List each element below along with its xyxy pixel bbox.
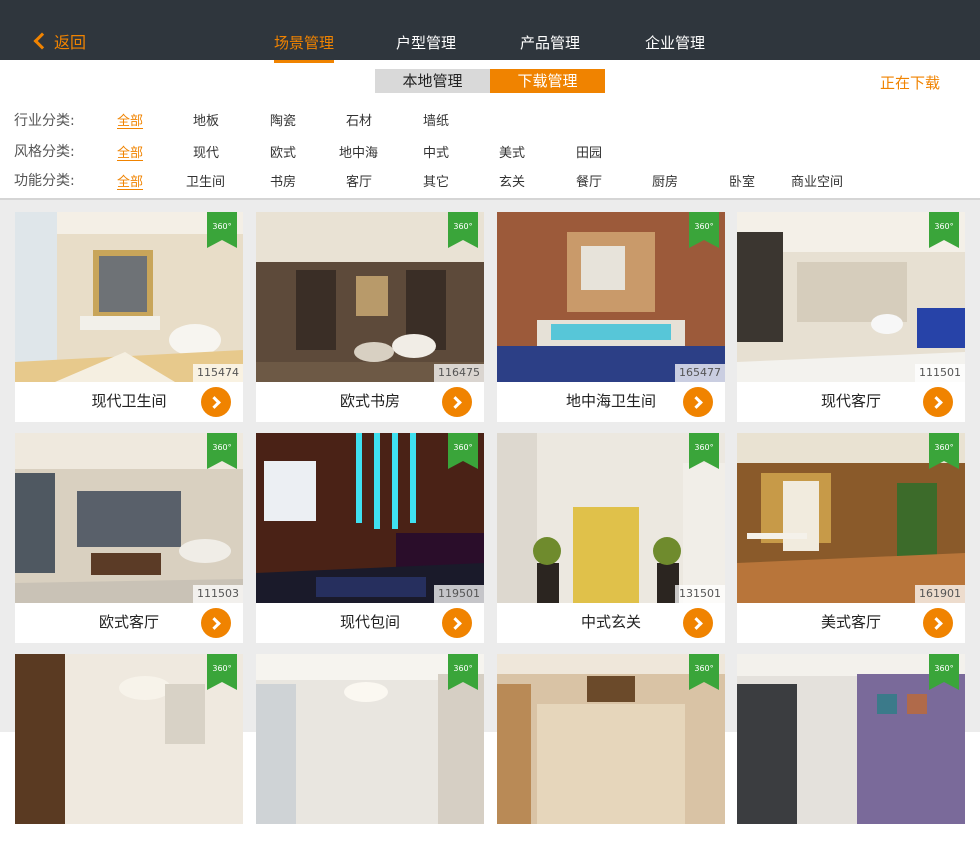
- scene-id: 111503: [193, 585, 243, 603]
- local-management-tab[interactable]: 本地管理: [375, 69, 490, 93]
- style-option-country[interactable]: 田园: [576, 142, 602, 161]
- open-scene-button[interactable]: [201, 608, 231, 638]
- chevron-right-icon: [930, 395, 943, 409]
- style-option-american[interactable]: 美式: [499, 142, 525, 161]
- open-scene-button[interactable]: [201, 387, 231, 417]
- 360-badge-text: 360°: [212, 664, 232, 673]
- scene-card[interactable]: 360°: [256, 654, 484, 864]
- 360-badge-text: 360°: [453, 664, 473, 673]
- 360-badge-text: 360°: [934, 443, 954, 452]
- open-scene-button[interactable]: [923, 387, 953, 417]
- tab-scene-management[interactable]: 场景管理: [274, 32, 335, 63]
- style-option-mediterranean[interactable]: 地中海: [339, 142, 378, 161]
- function-filter-label: 功能分类:: [14, 173, 75, 189]
- 360-badge-text: 360°: [934, 222, 954, 231]
- style-option-european[interactable]: 欧式: [270, 142, 296, 161]
- 360-badge-text: 360°: [694, 664, 714, 673]
- 360-badge-icon: 360°: [448, 212, 478, 248]
- back-button[interactable]: 返回: [30, 28, 86, 54]
- tab-floorplan-management[interactable]: 户型管理: [396, 32, 456, 60]
- function-option-other[interactable]: 其它: [423, 171, 449, 190]
- scene-card[interactable]: 360° 119501 现代包间: [256, 433, 484, 643]
- style-filter-label: 风格分类:: [14, 144, 75, 160]
- function-option-dining[interactable]: 餐厅: [576, 171, 602, 190]
- top-nav-bar: 返回 场景管理 户型管理 产品管理 企业管理: [0, 0, 980, 63]
- industry-filter-label: 行业分类:: [14, 113, 75, 129]
- 360-badge-icon: 360°: [448, 654, 478, 690]
- function-option-foyer[interactable]: 玄关: [499, 171, 525, 190]
- 360-badge-icon: 360°: [448, 433, 478, 469]
- 360-badge-text: 360°: [453, 222, 473, 231]
- tab-enterprise-management[interactable]: 企业管理: [645, 32, 705, 60]
- chevron-right-icon: [449, 616, 462, 630]
- scene-id: 131501: [675, 585, 725, 603]
- scene-card[interactable]: 360° 115474 现代卫生间: [15, 212, 243, 422]
- function-option-living-room[interactable]: 客厅: [346, 171, 372, 190]
- open-scene-button[interactable]: [442, 608, 472, 638]
- 360-badge-text: 360°: [453, 443, 473, 452]
- chevron-right-icon: [930, 616, 943, 630]
- back-label: 返回: [54, 33, 87, 52]
- industry-option-floor[interactable]: 地板: [193, 110, 219, 129]
- function-option-commercial[interactable]: 商业空间: [791, 171, 843, 190]
- function-option-bedroom[interactable]: 卧室: [729, 171, 755, 190]
- style-option-chinese[interactable]: 中式: [423, 142, 449, 161]
- scene-card[interactable]: 360° 111503 欧式客厅: [15, 433, 243, 643]
- chevron-right-icon: [208, 616, 221, 630]
- scene-card[interactable]: 360°: [737, 654, 965, 864]
- 360-badge-icon: 360°: [689, 212, 719, 248]
- chevron-right-icon: [690, 395, 703, 409]
- open-scene-button[interactable]: [442, 387, 472, 417]
- open-scene-button[interactable]: [683, 608, 713, 638]
- scene-id: 165477: [675, 364, 725, 382]
- function-option-kitchen[interactable]: 厨房: [652, 171, 678, 190]
- scene-card[interactable]: 360° 116475 欧式书房: [256, 212, 484, 422]
- chevron-right-icon: [208, 395, 221, 409]
- chevron-right-icon: [449, 395, 462, 409]
- 360-badge-icon: 360°: [207, 212, 237, 248]
- chevron-right-icon: [690, 616, 703, 630]
- downloading-link[interactable]: 正在下载: [880, 72, 940, 93]
- scene-card[interactable]: 360°: [15, 654, 243, 864]
- scene-card[interactable]: 360° 165477 地中海卫生间: [497, 212, 725, 422]
- 360-badge-icon: 360°: [207, 654, 237, 690]
- scene-card[interactable]: 360° 131501 中式玄关: [497, 433, 725, 643]
- 360-badge-text: 360°: [694, 222, 714, 231]
- 360-badge-icon: 360°: [929, 433, 959, 469]
- scene-id: 116475: [434, 364, 484, 382]
- industry-option-stone[interactable]: 石材: [346, 110, 372, 129]
- industry-option-ceramic[interactable]: 陶瓷: [270, 110, 296, 129]
- scene-id: 115474: [193, 364, 243, 382]
- scene-id: 111501: [915, 364, 965, 382]
- style-option-modern[interactable]: 现代: [193, 142, 219, 161]
- 360-badge-icon: 360°: [929, 654, 959, 690]
- function-option-study[interactable]: 书房: [270, 171, 296, 190]
- 360-badge-text: 360°: [212, 443, 232, 452]
- 360-badge-text: 360°: [694, 443, 714, 452]
- download-management-tab[interactable]: 下载管理: [490, 69, 605, 93]
- scene-id: 119501: [434, 585, 484, 603]
- 360-badge-text: 360°: [934, 664, 954, 673]
- industry-option-wallpaper[interactable]: 墙纸: [423, 110, 449, 129]
- 360-badge-icon: 360°: [207, 433, 237, 469]
- 360-badge-text: 360°: [212, 222, 232, 231]
- scene-card[interactable]: 360° 161901 美式客厅: [737, 433, 965, 643]
- scene-id: 161901: [915, 585, 965, 603]
- scene-card[interactable]: 360° 111501 现代客厅: [737, 212, 965, 422]
- scene-grid: 360° 115474 现代卫生间 360° 116475 欧式书房 360° …: [0, 198, 980, 864]
- open-scene-button[interactable]: [683, 387, 713, 417]
- open-scene-button[interactable]: [923, 608, 953, 638]
- style-option-all[interactable]: 全部: [117, 142, 143, 161]
- 360-badge-icon: 360°: [929, 212, 959, 248]
- chevron-left-icon: [33, 32, 51, 50]
- industry-option-all[interactable]: 全部: [117, 110, 143, 129]
- function-option-bathroom[interactable]: 卫生间: [186, 171, 225, 190]
- management-segment: 本地管理 下载管理: [375, 69, 605, 93]
- function-option-all[interactable]: 全部: [117, 171, 143, 190]
- 360-badge-icon: 360°: [689, 654, 719, 690]
- 360-badge-icon: 360°: [689, 433, 719, 469]
- scene-card[interactable]: 360°: [497, 654, 725, 864]
- tab-product-management[interactable]: 产品管理: [520, 32, 580, 60]
